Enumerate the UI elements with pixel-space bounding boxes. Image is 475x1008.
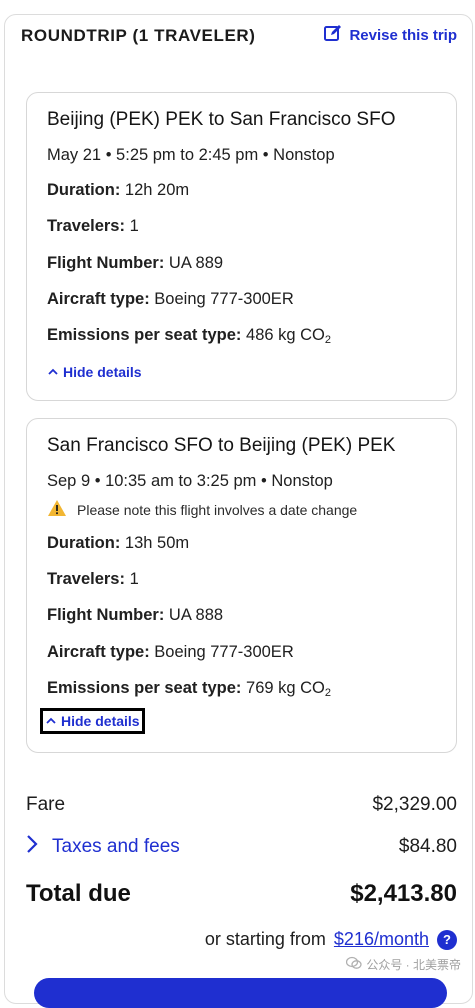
flight-number-label: Flight Number: bbox=[47, 254, 165, 272]
total-value: $2,413.80 bbox=[350, 880, 457, 907]
emissions-label: Emissions per seat type: bbox=[47, 679, 242, 697]
edit-icon bbox=[323, 23, 343, 47]
fare-value: $2,329.00 bbox=[372, 794, 457, 815]
aircraft-label: Aircraft type: bbox=[47, 290, 150, 308]
financing-prefix: or starting from bbox=[204, 929, 326, 949]
travelers-label: Travelers: bbox=[47, 570, 125, 588]
flight-schedule: Sep 9 • 10:35 am to 3:25 pm • Nonstop bbox=[47, 472, 333, 490]
travelers-value: 1 bbox=[129, 217, 139, 235]
emissions-subscript: 2 bbox=[324, 687, 332, 699]
flight-emissions: Emissions per seat type: 769 kg CO2 bbox=[47, 679, 331, 699]
revise-trip-link[interactable]: Revise this trip bbox=[323, 23, 457, 47]
taxes-label: Taxes and fees bbox=[52, 836, 180, 857]
flight-route: Beijing (PEK) PEK to San Francisco SFO bbox=[47, 109, 396, 130]
duration-value: 13h 50m bbox=[124, 534, 190, 552]
flight-number-value: UA 889 bbox=[168, 254, 224, 272]
emissions-value: 769 kg CO bbox=[246, 679, 325, 697]
watermark-text: 公众号 · 北美票帝 bbox=[366, 958, 461, 972]
chevron-up-icon bbox=[47, 364, 59, 380]
flight-card-return: San Francisco SFO to Beijing (PEK) PEK S… bbox=[26, 418, 457, 753]
chevron-right-icon bbox=[26, 834, 38, 860]
taxes-toggle[interactable]: Taxes and fees bbox=[26, 834, 180, 860]
total-row: Total due $2,413.80 bbox=[26, 880, 457, 908]
monthly-payment-link[interactable]: $216/month bbox=[334, 929, 429, 950]
aircraft-value: Boeing 777-300ER bbox=[154, 643, 294, 661]
hide-details-button[interactable]: Hide details bbox=[47, 364, 142, 380]
date-change-notice: Please note this flight involves a date … bbox=[47, 499, 357, 520]
total-label: Total due bbox=[26, 880, 131, 907]
flight-number-label: Flight Number: bbox=[47, 606, 165, 624]
flight-travelers: Travelers: 1 bbox=[47, 570, 139, 589]
warning-icon bbox=[47, 499, 67, 520]
taxes-value: $84.80 bbox=[398, 836, 457, 857]
trip-header: ROUNDTRIP (1 TRAVELER) Revise this trip bbox=[21, 23, 457, 50]
travelers-label: Travelers: bbox=[47, 217, 125, 235]
flight-duration: Duration: 13h 50m bbox=[47, 534, 189, 553]
flight-aircraft: Aircraft type: Boeing 777-300ER bbox=[47, 643, 294, 662]
flight-card-outbound: Beijing (PEK) PEK to San Francisco SFO M… bbox=[26, 92, 457, 401]
travelers-value: 1 bbox=[129, 570, 139, 588]
flight-schedule: May 21 • 5:25 pm to 2:45 pm • Nonstop bbox=[47, 146, 335, 164]
flight-duration: Duration: 12h 20m bbox=[47, 181, 189, 200]
duration-value: 12h 20m bbox=[124, 181, 190, 199]
hide-details-button[interactable]: Hide details bbox=[40, 708, 145, 734]
flight-number-value: UA 888 bbox=[168, 606, 224, 624]
flight-number: Flight Number: UA 888 bbox=[47, 606, 223, 625]
financing-offer: or starting from $216/month ? bbox=[205, 929, 457, 950]
continue-button[interactable] bbox=[34, 978, 447, 1008]
duration-label: Duration: bbox=[47, 181, 121, 199]
aircraft-value: Boeing 777-300ER bbox=[154, 290, 294, 308]
date-change-text: Please note this flight involves a date … bbox=[77, 501, 358, 518]
revise-trip-label: Revise this trip bbox=[349, 26, 457, 44]
chevron-up-icon bbox=[45, 713, 57, 729]
fare-row: Fare $2,329.00 bbox=[26, 794, 457, 816]
flight-aircraft: Aircraft type: Boeing 777-300ER bbox=[47, 290, 294, 309]
flight-emissions: Emissions per seat type: 486 kg CO2 bbox=[47, 326, 331, 346]
hide-details-label: Hide details bbox=[63, 364, 142, 380]
emissions-label: Emissions per seat type: bbox=[47, 326, 242, 344]
fare-label: Fare bbox=[26, 794, 66, 815]
flight-travelers: Travelers: 1 bbox=[47, 217, 139, 236]
duration-label: Duration: bbox=[47, 534, 121, 552]
emissions-value: 486 kg CO bbox=[246, 326, 325, 344]
watermark: 公众号 · 北美票帝 bbox=[346, 956, 461, 973]
help-icon[interactable]: ? bbox=[437, 929, 457, 950]
wechat-icon bbox=[346, 956, 362, 973]
aircraft-label: Aircraft type: bbox=[47, 643, 150, 661]
taxes-row: Taxes and fees $84.80 bbox=[26, 834, 457, 860]
flight-route: San Francisco SFO to Beijing (PEK) PEK bbox=[47, 435, 396, 456]
hide-details-label: Hide details bbox=[61, 713, 140, 729]
emissions-subscript: 2 bbox=[324, 334, 332, 346]
trip-type-title: ROUNDTRIP (1 TRAVELER) bbox=[21, 26, 256, 45]
flight-number: Flight Number: UA 889 bbox=[47, 254, 223, 273]
